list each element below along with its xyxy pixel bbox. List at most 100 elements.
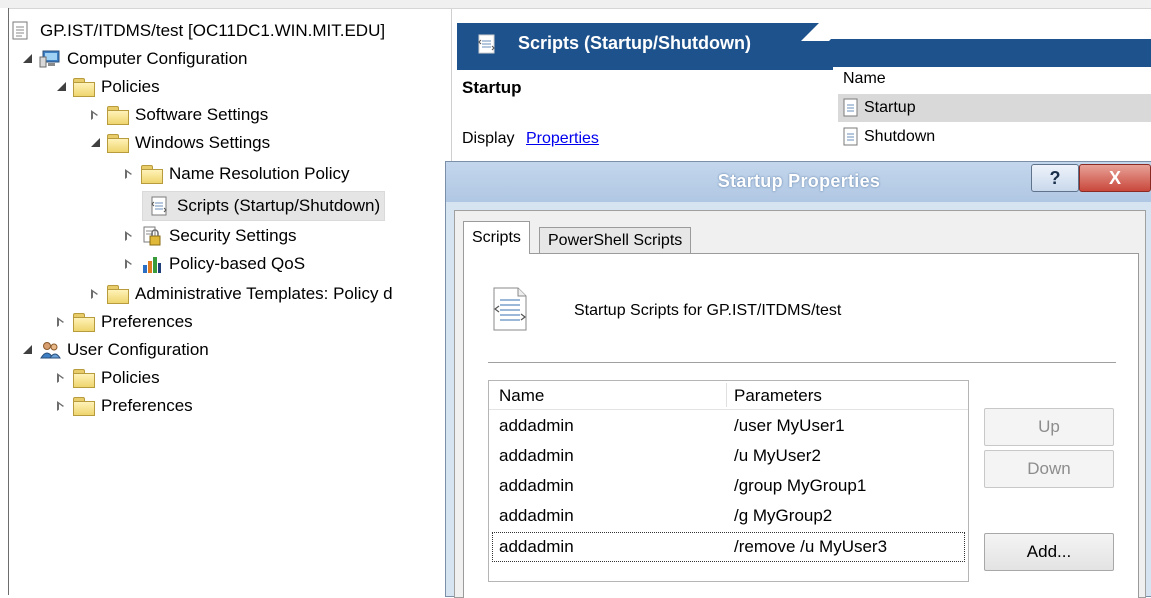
tree-user-preferences[interactable]: Preferences	[55, 393, 193, 419]
tree-label: Scripts (Startup/Shutdown)	[177, 196, 381, 215]
tree-label: Policy-based QoS	[169, 254, 306, 273]
row-params: /remove /u MyUser3	[734, 537, 888, 556]
section-title: Startup	[462, 78, 522, 97]
table-header: Name Parameters	[489, 381, 968, 410]
table-row[interactable]: addadmin /group MyGroup1	[489, 471, 968, 501]
collapse-arrow-icon[interactable]	[123, 230, 135, 242]
collapse-arrow-icon[interactable]	[89, 109, 101, 121]
tree-policy-qos[interactable]: Policy-based QoS	[123, 251, 305, 277]
row-name: addadmin	[499, 506, 574, 525]
collapse-arrow-icon[interactable]	[55, 316, 67, 328]
tab-scripts[interactable]: Scripts	[463, 221, 530, 254]
table-row-focused[interactable]: addadmin /remove /u MyUser3	[492, 532, 965, 562]
row-name: addadmin	[499, 446, 574, 465]
folder-icon	[107, 285, 129, 304]
tree-root[interactable]: GP.IST/ITDMS/test [OC11DC1.WIN.MIT.EDU]	[12, 18, 385, 44]
tab-scripts-label: Scripts	[472, 229, 521, 246]
folder-icon	[141, 165, 163, 184]
script-icon	[149, 196, 171, 216]
console-tree[interactable]: GP.IST/ITDMS/test [OC11DC1.WIN.MIT.EDU] …	[9, 9, 452, 595]
tree-label: Security Settings	[169, 226, 297, 245]
expand-arrow-icon[interactable]	[21, 53, 33, 65]
tree-label: Computer Configuration	[67, 49, 248, 68]
scripts-header-icon	[476, 33, 498, 55]
users-icon	[39, 340, 61, 360]
list-item-shutdown[interactable]: Shutdown	[838, 123, 1151, 151]
collapse-arrow-icon[interactable]	[55, 372, 67, 384]
collapse-arrow-icon[interactable]	[55, 400, 67, 412]
folder-icon	[73, 369, 95, 388]
bar-chart-icon	[141, 254, 163, 274]
column-header-name[interactable]: Name	[499, 386, 544, 406]
up-button[interactable]: Up	[984, 408, 1114, 446]
add-button[interactable]: Add...	[984, 533, 1114, 571]
table-row[interactable]: addadmin /u MyUser2	[489, 441, 968, 471]
close-button[interactable]: X	[1079, 164, 1151, 192]
folder-icon	[73, 78, 95, 97]
tree-policies[interactable]: Policies	[55, 74, 160, 100]
properties-link[interactable]: Properties	[526, 130, 599, 148]
table-row[interactable]: addadmin /g MyGroup2	[489, 501, 968, 531]
collapse-arrow-icon[interactable]	[89, 288, 101, 300]
details-header-title: Scripts (Startup/Shutdown)	[518, 33, 751, 53]
tree-label: User Configuration	[67, 340, 209, 359]
row-params: /user MyUser1	[734, 416, 845, 435]
name-column-header[interactable]: Name	[843, 70, 886, 88]
folder-icon	[107, 134, 129, 153]
list-item-startup[interactable]: Startup	[838, 94, 1151, 122]
tree-preferences[interactable]: Preferences	[55, 309, 193, 335]
tree-label: Preferences	[101, 312, 193, 331]
help-button[interactable]: ?	[1031, 164, 1079, 192]
dialog-title-bar[interactable]: Startup Properties ? X	[446, 162, 1151, 202]
tab-powershell-scripts[interactable]: PowerShell Scripts	[539, 227, 692, 254]
scripts-description: Startup Scripts for GP.IST/ITDMS/test	[574, 302, 842, 319]
down-button[interactable]: Down	[984, 450, 1114, 488]
list-item-label: Startup	[864, 99, 916, 116]
screenshot-frame: GP.IST/ITDMS/test [OC11DC1.WIN.MIT.EDU] …	[0, 0, 1151, 598]
tree-scripts-startup-shutdown[interactable]: Scripts (Startup/Shutdown)	[142, 191, 386, 221]
folder-icon	[73, 397, 95, 416]
security-lock-icon	[141, 226, 163, 246]
left-border	[0, 8, 9, 595]
collapse-arrow-icon[interactable]	[123, 168, 135, 180]
script-icon	[842, 127, 860, 147]
top-border	[0, 0, 1151, 9]
tree-label: Administrative Templates: Policy d	[135, 284, 393, 303]
tree-label: Software Settings	[135, 105, 269, 124]
row-params: /g MyGroup2	[734, 506, 833, 525]
tree-label: Policies	[101, 77, 160, 96]
tree-windows-settings[interactable]: Windows Settings	[89, 130, 270, 156]
tree-security-settings[interactable]: Security Settings	[123, 223, 297, 249]
column-header-parameters[interactable]: Parameters	[734, 386, 822, 406]
script-icon	[842, 98, 860, 118]
computer-icon	[39, 49, 61, 69]
tree-administrative-templates[interactable]: Administrative Templates: Policy d	[89, 281, 393, 307]
tree-label: Windows Settings	[135, 133, 271, 152]
tree-name-resolution-policy[interactable]: Name Resolution Policy	[123, 161, 349, 187]
tree-computer-configuration[interactable]: Computer Configuration	[21, 46, 247, 72]
folder-icon	[107, 106, 129, 125]
header-notch	[824, 21, 1151, 39]
tree-root-label: GP.IST/ITDMS/test [OC11DC1.WIN.MIT.EDU]	[40, 21, 386, 40]
scripts-table[interactable]: Name Parameters addadmin /user MyUser1 a…	[488, 380, 969, 582]
tree-software-settings[interactable]: Software Settings	[89, 102, 268, 128]
tree-label: Policies	[101, 368, 160, 387]
column-divider[interactable]	[726, 383, 727, 407]
folder-icon	[73, 313, 95, 332]
collapse-arrow-icon[interactable]	[123, 258, 135, 270]
script-document-icon	[490, 286, 530, 332]
display-label: Display	[462, 130, 515, 147]
expand-arrow-icon[interactable]	[89, 137, 101, 149]
dialog-body: Scripts PowerShell Scripts Startup Scrip…	[454, 210, 1146, 598]
scripts-tab-page: Startup Scripts for GP.IST/ITDMS/test Na…	[463, 253, 1139, 598]
tree-user-configuration[interactable]: User Configuration	[21, 337, 209, 363]
row-params: /group MyGroup1	[734, 476, 867, 495]
row-params: /u MyUser2	[734, 446, 821, 465]
startup-properties-dialog[interactable]: Startup Properties ? X Scripts PowerShel…	[445, 161, 1151, 598]
tree-user-policies[interactable]: Policies	[55, 365, 160, 391]
expand-arrow-icon[interactable]	[21, 344, 33, 356]
expand-arrow-icon[interactable]	[55, 81, 67, 93]
details-list[interactable]: Name Startup Shutdown	[833, 67, 1151, 167]
table-row[interactable]: addadmin /user MyUser1	[489, 411, 968, 441]
row-name: addadmin	[499, 476, 574, 495]
